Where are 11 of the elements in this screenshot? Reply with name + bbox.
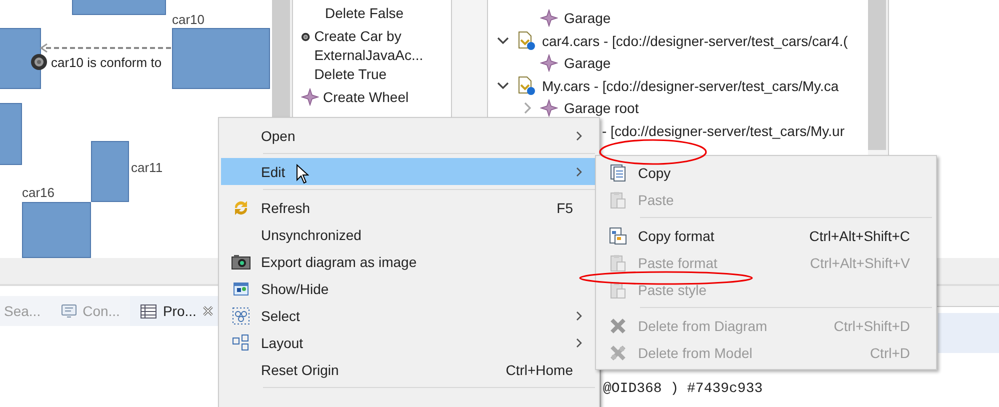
property-value: @OID368 ) #7439c933: [602, 381, 764, 397]
shortcut-label: Ctrl+Home: [506, 362, 573, 378]
shortcut-label: F5: [556, 200, 573, 216]
node-label: car11: [131, 160, 163, 175]
shortcut-label: Ctrl+D: [870, 344, 910, 360]
shortcut-label: Ctrl+Alt+Shift+C: [809, 228, 910, 244]
node-label: car16: [22, 185, 55, 200]
node-label: car10: [172, 12, 205, 27]
edge-label: car10 is conform to: [51, 54, 162, 70]
shortcut-label: Ctrl+Shift+D: [834, 318, 910, 334]
shortcut-label: Ctrl+Alt+Shift+V: [810, 254, 910, 270]
